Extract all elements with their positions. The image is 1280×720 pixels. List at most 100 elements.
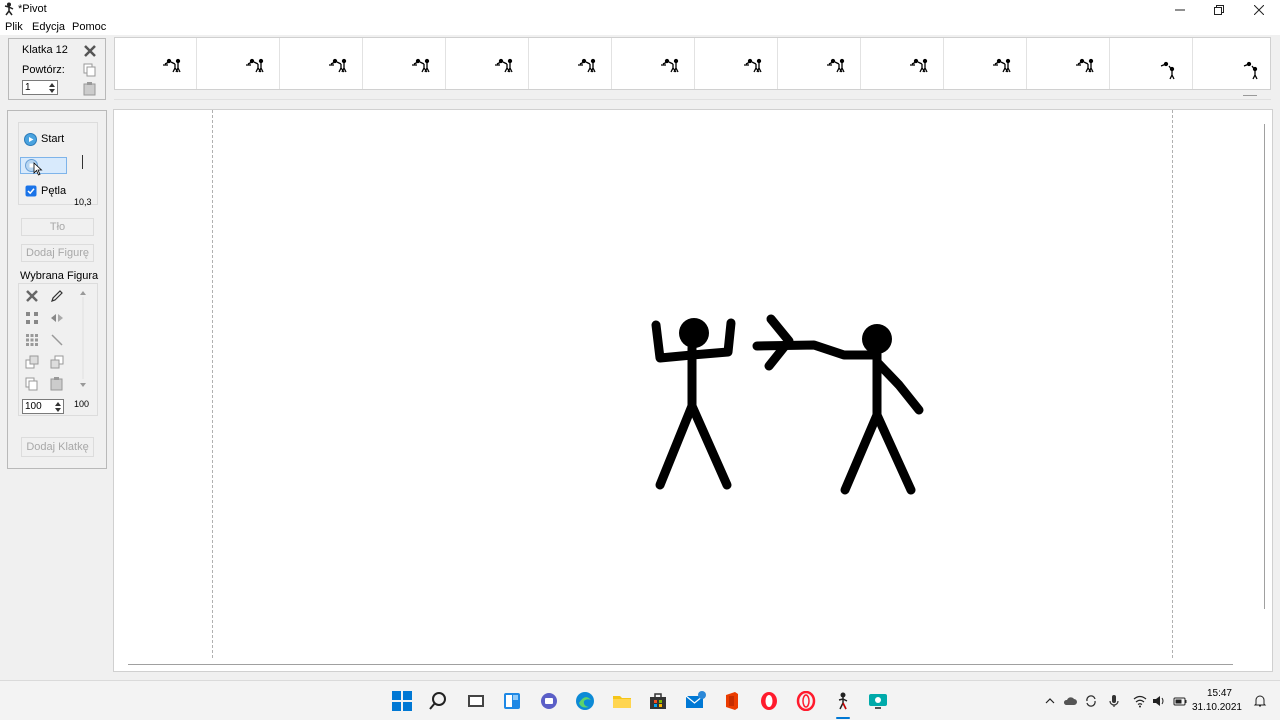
- volume-tray-icon[interactable]: [1152, 694, 1166, 708]
- minimize-icon: [1175, 9, 1185, 10]
- active-app-indicator: [836, 717, 850, 719]
- store-button[interactable]: [646, 689, 670, 713]
- notifications-button[interactable]: [1253, 694, 1267, 708]
- stickman-right[interactable]: [752, 314, 924, 495]
- screen-recorder-button[interactable]: [867, 689, 891, 713]
- mail-button[interactable]: [684, 689, 708, 713]
- teams-chat-button[interactable]: [537, 689, 561, 713]
- window-title: *Pivot: [18, 3, 47, 15]
- center-figure-button[interactable]: [24, 310, 40, 326]
- onedrive-tray-icon[interactable]: [1063, 694, 1077, 708]
- bring-front-button[interactable]: [24, 354, 40, 370]
- edit-figure-button[interactable]: [49, 288, 65, 304]
- opera-icon: [761, 692, 777, 710]
- microphone-tray-icon[interactable]: [1107, 694, 1121, 708]
- add-frame-button[interactable]: Dodaj Klatkę: [21, 437, 94, 457]
- pivot-taskbar-button[interactable]: [831, 689, 855, 713]
- line-icon: [51, 334, 63, 346]
- horizontal-scrollbar[interactable]: [128, 664, 1233, 665]
- paste-frame-button[interactable]: [83, 82, 97, 96]
- opera-button[interactable]: [757, 689, 781, 713]
- restore-icon: [1214, 4, 1224, 15]
- sync-tray-icon[interactable]: [1084, 694, 1098, 708]
- scale-input[interactable]: 100: [22, 399, 64, 414]
- frame-thumbnail-figures: [1076, 58, 1094, 73]
- spin-arrows-icon[interactable]: [48, 82, 56, 94]
- stop-button[interactable]: [20, 157, 67, 176]
- filmstrip-scrollbar[interactable]: [114, 90, 1271, 100]
- stickman-left[interactable]: [651, 318, 736, 490]
- frame-thumbnail[interactable]: [696, 38, 778, 89]
- copy-figure-button[interactable]: [24, 376, 40, 392]
- copy-frame-button[interactable]: [83, 63, 97, 77]
- show-hidden-icons-button[interactable]: [1043, 694, 1057, 708]
- spin-arrows-icon[interactable]: [54, 401, 62, 413]
- menu-file[interactable]: Plik: [5, 21, 23, 33]
- vertical-scrollbar[interactable]: [1264, 124, 1265, 609]
- flip-figure-button[interactable]: [49, 310, 65, 326]
- menu-edit[interactable]: Edycja: [32, 21, 65, 33]
- start-button[interactable]: Start: [24, 131, 64, 147]
- background-button[interactable]: Tło: [21, 218, 94, 236]
- file-explorer-button[interactable]: [610, 689, 634, 713]
- loop-checkbox[interactable]: Pętla: [25, 183, 66, 198]
- widgets-button[interactable]: [500, 689, 524, 713]
- task-view-button[interactable]: [464, 689, 488, 713]
- frame-thumbnail[interactable]: [613, 38, 695, 89]
- clock-date[interactable]: 31.10.2021: [1192, 702, 1242, 713]
- edge-icon: [576, 692, 594, 710]
- frame-thumbnail[interactable]: [779, 38, 861, 89]
- speed-slider[interactable]: [82, 155, 83, 169]
- send-back-button[interactable]: [49, 354, 65, 370]
- frame-thumbnail[interactable]: [115, 38, 197, 89]
- edge-browser-button[interactable]: [573, 689, 597, 713]
- repeat-input[interactable]: 1: [22, 80, 58, 95]
- office-button[interactable]: [720, 689, 744, 713]
- add-figure-button[interactable]: Dodaj Figurę: [21, 244, 94, 262]
- frame-thumbnail[interactable]: [1194, 38, 1270, 89]
- search-button[interactable]: [426, 689, 450, 713]
- control-panel: Start Pętla 10,3 Tło Dodaj Figurę Wybran…: [7, 110, 107, 469]
- animation-canvas[interactable]: [113, 109, 1273, 672]
- menu-bar: Plik Edycja Pomoc: [0, 19, 1280, 35]
- pencil-icon: [51, 290, 63, 302]
- frame-thumbnail[interactable]: [530, 38, 612, 89]
- frame-thumbnail[interactable]: [862, 38, 944, 89]
- start-menu-button[interactable]: [390, 689, 414, 713]
- clock-time[interactable]: 15:47: [1207, 688, 1232, 699]
- line-tool-button[interactable]: [49, 332, 65, 348]
- task-view-icon: [468, 695, 484, 707]
- opera-gx-button[interactable]: [794, 689, 818, 713]
- grid-button[interactable]: [24, 332, 40, 348]
- frame-thumbnail[interactable]: [281, 38, 363, 89]
- close-icon: [84, 45, 96, 57]
- battery-tray-icon[interactable]: [1173, 694, 1187, 708]
- office-icon: [726, 692, 738, 710]
- opacity-slider[interactable]: [77, 289, 89, 389]
- speed-value: 10,3: [74, 197, 92, 207]
- bring-front-icon: [25, 355, 39, 369]
- close-button[interactable]: [1239, 0, 1279, 19]
- frame-thumbnail[interactable]: [198, 38, 280, 89]
- frame-label: Klatka 12: [22, 44, 68, 56]
- frame-filmstrip[interactable]: [114, 37, 1271, 90]
- wifi-tray-icon[interactable]: [1133, 694, 1147, 708]
- minimize-button[interactable]: [1160, 0, 1200, 19]
- menu-help[interactable]: Pomoc: [72, 21, 106, 33]
- start-label: Start: [41, 133, 65, 145]
- restore-button[interactable]: [1199, 0, 1239, 19]
- frame-thumbnail[interactable]: [447, 38, 529, 89]
- delete-figure-button[interactable]: [24, 288, 40, 304]
- repeat-value: 1: [25, 82, 31, 93]
- loop-label: Pętla: [41, 184, 67, 197]
- paste-icon: [83, 82, 96, 96]
- frame-thumbnail[interactable]: [1111, 38, 1193, 89]
- figures-layer[interactable]: [114, 110, 1272, 671]
- center-icon: [26, 312, 38, 324]
- delete-frame-button[interactable]: [83, 44, 97, 58]
- paste-figure-button[interactable]: [49, 376, 65, 392]
- play-icon: [24, 132, 37, 146]
- frame-thumbnail[interactable]: [945, 38, 1027, 89]
- frame-thumbnail[interactable]: [1028, 38, 1110, 89]
- frame-thumbnail[interactable]: [364, 38, 446, 89]
